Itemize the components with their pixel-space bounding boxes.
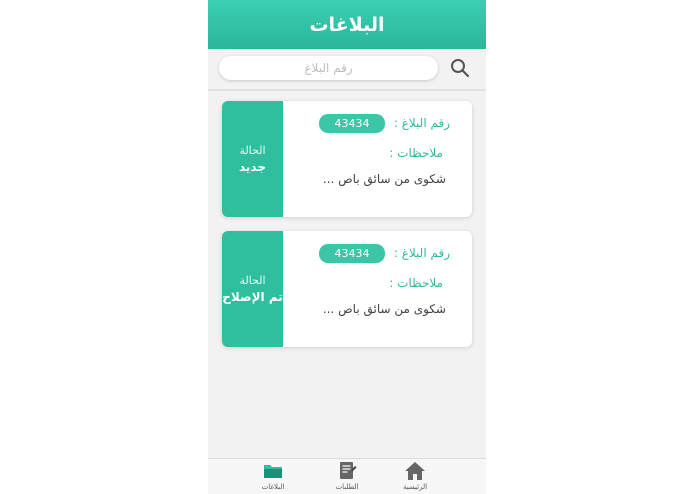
status-label: الحالة [239,274,266,287]
nav-item-requests[interactable]: الطلبات [322,461,372,494]
report-card[interactable]: الحالة جديد رقم البلاغ : 43434 ملاحظات :… [222,101,472,217]
app-header: البلاغات [208,0,486,49]
page-title: البلاغات [309,13,385,36]
bottom-nav: البلاغات الطلبات الرئيسية [208,458,486,494]
notes-text: شكوى من سائق باص ... [322,302,446,316]
report-number-badge: 43434 [319,244,385,263]
notes-label: ملاحظات : [389,276,443,290]
nav-label: الرئيسية [402,483,428,491]
status-panel: الحالة جديد [222,101,283,217]
report-number-label: رقم البلاغ : [393,246,450,260]
nav-item-home[interactable]: الرئيسية [390,461,440,494]
search-icon[interactable] [450,58,470,78]
report-number-label: رقم البلاغ : [393,116,450,130]
app-screen: البلاغات رقم البلاغ الحالة جديد رقم البل… [208,0,486,494]
report-card[interactable]: الحالة تم الإصلاح رقم البلاغ : 43434 ملا… [222,231,472,347]
status-panel: الحالة تم الإصلاح [222,231,283,347]
nav-label: البلاغات [261,483,285,491]
document-edit-icon [340,462,357,479]
search-bar: رقم البلاغ [208,49,486,91]
search-input[interactable]: رقم البلاغ [219,56,438,80]
status-value: جديد [238,160,267,174]
home-icon [405,462,425,480]
notes-text: شكوى من سائق باص ... [322,172,446,186]
status-label: الحالة [239,144,266,157]
notes-label: ملاحظات : [389,146,443,160]
nav-item-reports[interactable]: البلاغات [248,461,298,494]
status-value: تم الإصلاح [222,290,283,304]
report-number-badge: 43434 [319,114,385,133]
nav-label: الطلبات [335,483,359,491]
folder-icon [264,465,282,478]
